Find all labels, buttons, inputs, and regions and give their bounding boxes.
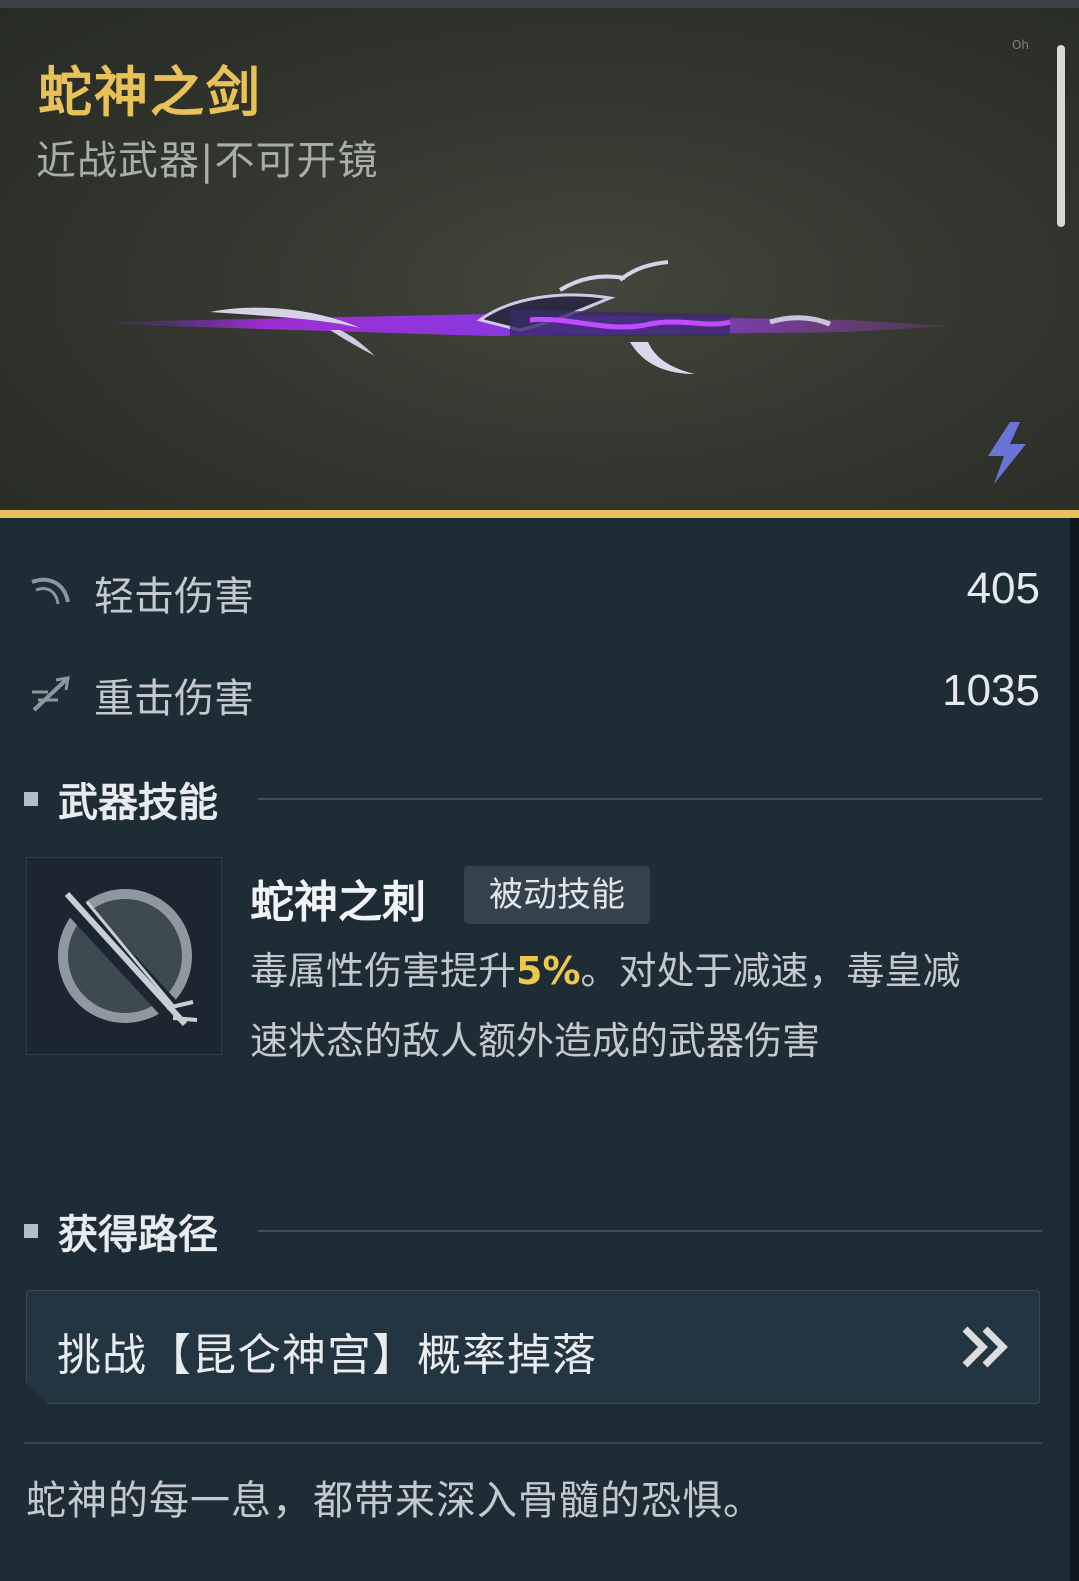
section-marker [24, 1224, 38, 1238]
flavor-text: 蛇神的每一息，都带来深入骨髓的恐惧。 [26, 1478, 764, 1524]
section-divider [258, 1230, 1042, 1232]
scrollbar-thumb[interactable] [1057, 45, 1065, 227]
heavy-attack-icon [32, 676, 70, 712]
weapon-skill-section-header: 武器技能 [24, 770, 1042, 826]
footer-divider [24, 1442, 1042, 1444]
skill-desc-highlight: 5% [516, 949, 581, 993]
section-divider [258, 798, 1042, 800]
button-corner-notch [26, 1382, 48, 1404]
section-heading: 武器技能 [58, 780, 218, 826]
lightning-element-icon [988, 422, 1026, 484]
skill-name: 蛇神之刺 [250, 877, 426, 928]
double-chevron-right-icon [962, 1326, 1008, 1368]
stat-label: 重击伤害 [94, 676, 254, 722]
stat-label: 轻击伤害 [94, 574, 254, 620]
acquisition-source-button[interactable]: 挑战【昆仑神宫】概率掉落 [26, 1290, 1040, 1404]
right-edge-bar [1070, 518, 1079, 1581]
weapon-image [100, 260, 950, 374]
light-attack-icon [31, 577, 70, 605]
stat-row-light-attack: 轻击伤害 405 [28, 560, 1040, 620]
stat-row-heavy-attack: 重击伤害 1035 [28, 662, 1040, 722]
weapon-type-line: 近战武器|不可开镜 [36, 138, 379, 184]
skill-icon-tile[interactable] [26, 857, 222, 1055]
acquisition-source-text: 挑战【昆仑神宫】概率掉落 [57, 1330, 597, 1381]
hero-top-border [0, 0, 1079, 8]
serpent-spear-icon [58, 889, 198, 1036]
acquisition-section-header: 获得路径 [24, 1202, 1042, 1258]
section-marker [24, 792, 38, 806]
section-heading: 获得路径 [58, 1212, 218, 1258]
weapon-hero-panel: 蛇神之剑 近战武器|不可开镜 Oh [0, 0, 1079, 515]
hero-corner-mark: Oh [1011, 38, 1029, 52]
passive-skill-badge: 被动技能 [464, 866, 650, 924]
stat-value: 1035 [942, 666, 1040, 715]
weapon-name: 蛇神之剑 [38, 61, 262, 124]
hero-accent-line [0, 510, 1079, 518]
stat-value: 405 [966, 564, 1040, 613]
skill-description: 毒属性伤害提升5%。对处于减速，毒皇减速状态的敌人额外造成的武器伤害 [250, 936, 970, 1076]
skill-desc-text: 毒属性伤害提升 [250, 949, 517, 993]
